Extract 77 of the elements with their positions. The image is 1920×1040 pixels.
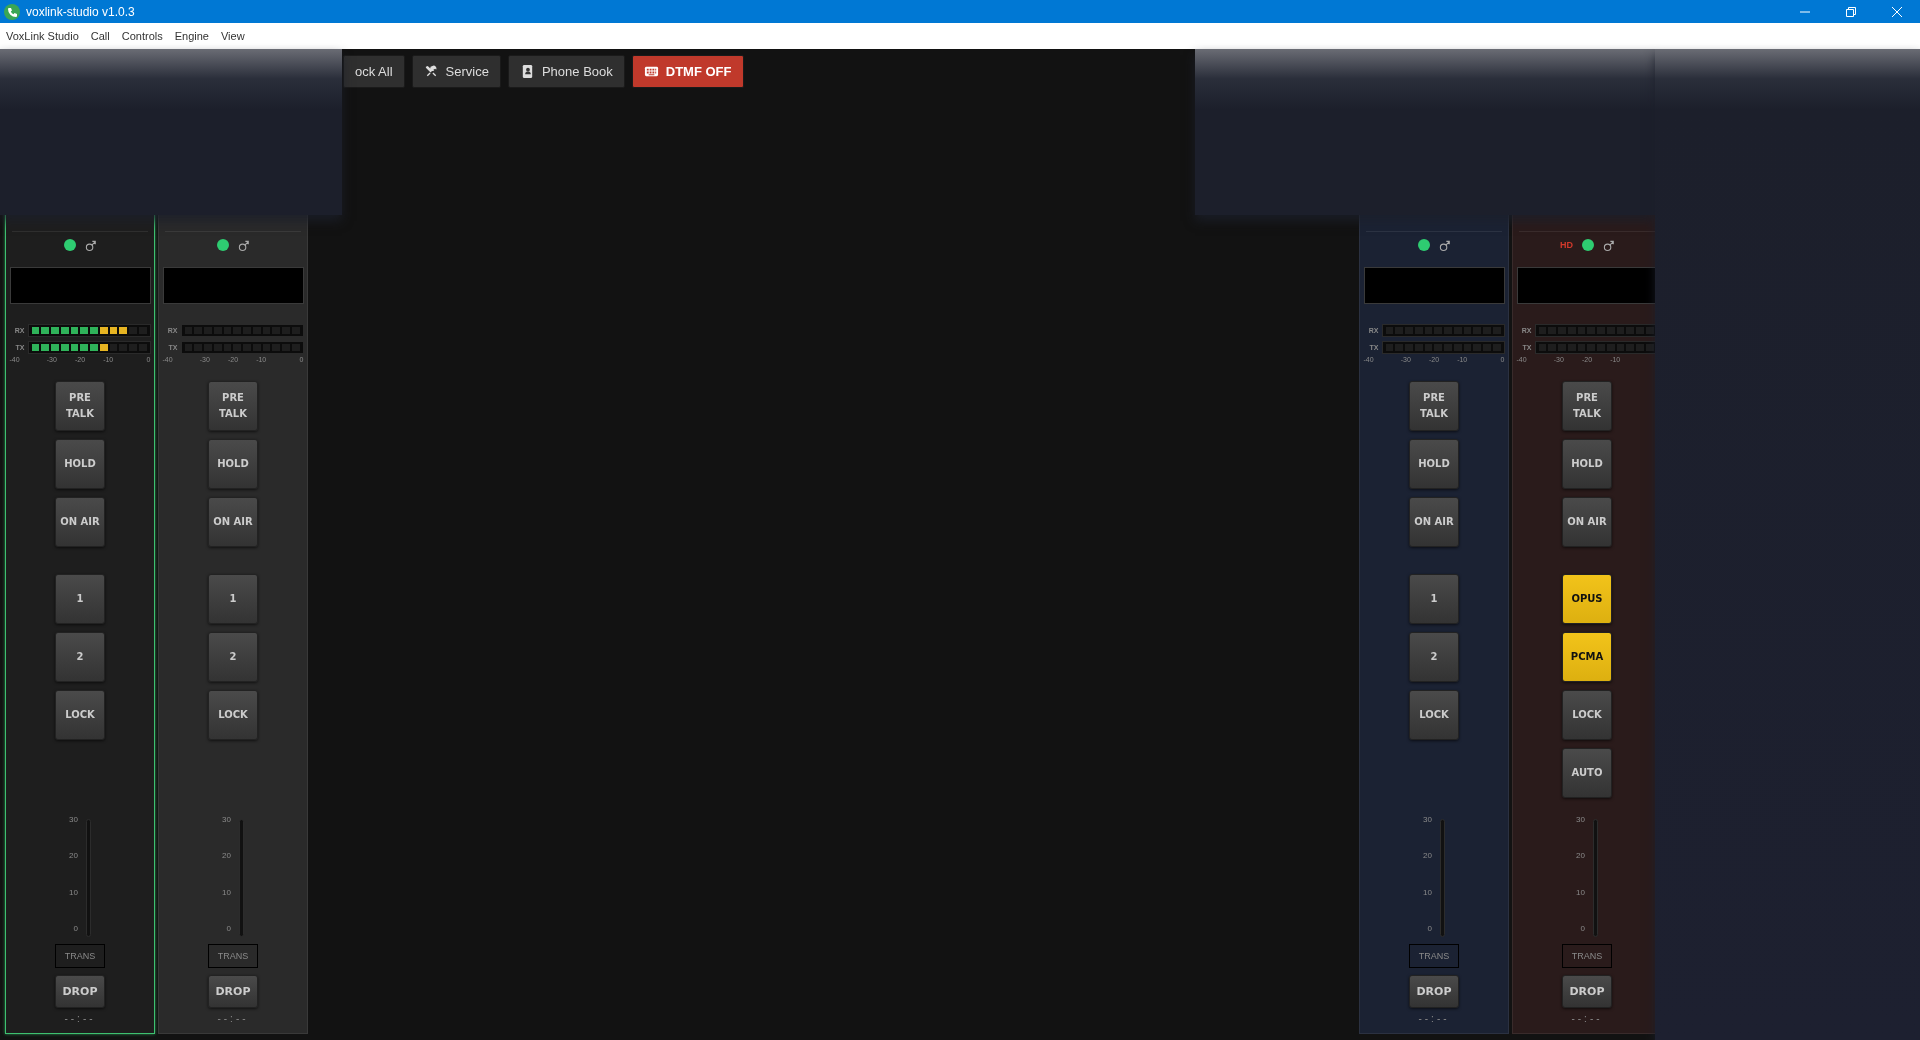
fader-track[interactable]	[1592, 819, 1598, 937]
fader-scale-label: 20	[69, 851, 78, 861]
hd-label: HD	[1560, 240, 1573, 250]
strip-button[interactable]: 1	[208, 574, 258, 624]
strip-button[interactable]: ON AIR	[208, 497, 258, 547]
fader-scale-label: 30	[1423, 815, 1432, 824]
fader-scale-label: 20	[222, 851, 231, 861]
menu-item[interactable]: Engine	[174, 30, 209, 42]
toolbar-button[interactable]: Phone Book	[507, 55, 625, 88]
fader-scale-label: 0	[72, 924, 78, 933]
male-symbol-icon	[238, 238, 249, 252]
strip-button[interactable]: PRE TALK	[55, 381, 105, 431]
fader-scale-label: 30	[69, 815, 78, 824]
fader-scale-label: 10	[1423, 887, 1432, 897]
drop-button[interactable]: DROP	[1409, 975, 1459, 1008]
toolbar-button[interactable]: DTMF OFF	[631, 55, 744, 88]
strip-button[interactable]: HOLD	[55, 439, 105, 489]
strip-button[interactable]: ON AIR	[55, 497, 105, 547]
fader-track[interactable]	[1439, 819, 1445, 937]
restore-icon	[1845, 5, 1857, 18]
drop-button[interactable]: DROP	[55, 975, 105, 1008]
strip-button[interactable]: HOLD	[1562, 439, 1612, 489]
strip-button[interactable]: LOCK	[1409, 690, 1459, 740]
fader-scale-label: 10	[222, 887, 231, 897]
strip-button[interactable]: LOCK	[1562, 690, 1612, 740]
drop-button[interactable]: DROP	[208, 975, 258, 1008]
fader-scale-label: 10	[1576, 887, 1585, 897]
strip-button[interactable]: HOLD	[1409, 439, 1459, 489]
fader-scale-label: 30	[222, 815, 231, 824]
trans-button[interactable]: TRANS	[1562, 944, 1612, 968]
strip-button[interactable]: 1	[1409, 574, 1459, 624]
strip-button[interactable]: LOCK	[55, 690, 105, 740]
strip-button[interactable]: 2	[55, 632, 105, 682]
strip-button[interactable]: PRE TALK	[1409, 381, 1459, 431]
strip-button[interactable]: ON AIR	[1562, 497, 1612, 547]
menu-item[interactable]: Call	[90, 30, 110, 42]
phone-icon	[4, 3, 20, 20]
toolbar-button[interactable]: Service	[411, 55, 501, 88]
strip-button[interactable]: ON AIR	[1409, 497, 1459, 547]
strip-button[interactable]: PRE TALK	[208, 381, 258, 431]
menu-item[interactable]: Controls	[121, 30, 163, 42]
fader-scale-label: 20	[1576, 851, 1585, 861]
strip-button[interactable]: 2	[208, 632, 258, 682]
trans-button[interactable]: TRANS	[1409, 944, 1459, 968]
male-symbol-icon	[1603, 238, 1614, 252]
fader-track[interactable]	[238, 819, 244, 937]
fader-scale-label: 0	[1426, 924, 1432, 933]
strip-button[interactable]: HOLD	[208, 439, 258, 489]
toolbar-button[interactable]: ock All	[343, 55, 405, 88]
strip-button[interactable]: PRE TALK	[1562, 381, 1612, 431]
drop-button[interactable]: DROP	[1562, 975, 1612, 1008]
menu-item[interactable]: View	[220, 30, 245, 42]
strip-button[interactable]: 1	[55, 574, 105, 624]
menu-item[interactable]: VoxLink Studio	[6, 30, 79, 42]
close-icon	[1891, 5, 1903, 18]
fader-scale-label: 0	[1579, 924, 1585, 933]
strip-button[interactable]: LOCK	[208, 690, 258, 740]
male-symbol-icon	[1439, 238, 1450, 252]
call-timer: --:--	[217, 1013, 249, 1025]
window-title: voxlink-studio v1.0.3	[26, 4, 135, 19]
fader-scale-label: 30	[1576, 815, 1585, 824]
fader-track[interactable]	[85, 819, 91, 937]
tools-icon	[423, 64, 439, 79]
trans-button[interactable]: TRANS	[208, 944, 258, 968]
strip-button[interactable]: PCMA	[1562, 632, 1612, 682]
keyboard-icon	[643, 64, 659, 79]
strip-button[interactable]: OPUS	[1562, 574, 1612, 624]
strip-button[interactable]: 2	[1409, 632, 1459, 682]
fader-scale-label: 10	[69, 887, 78, 897]
call-timer: --:--	[64, 1013, 96, 1025]
fader-scale-label: 0	[225, 924, 231, 933]
call-timer: --:--	[1571, 1013, 1603, 1025]
strip-button[interactable]: AUTO	[1562, 748, 1612, 798]
fader-scale-label: 20	[1423, 851, 1432, 861]
call-timer: --:--	[1418, 1013, 1450, 1025]
male-symbol-icon	[85, 238, 96, 252]
trans-button[interactable]: TRANS	[55, 944, 105, 968]
